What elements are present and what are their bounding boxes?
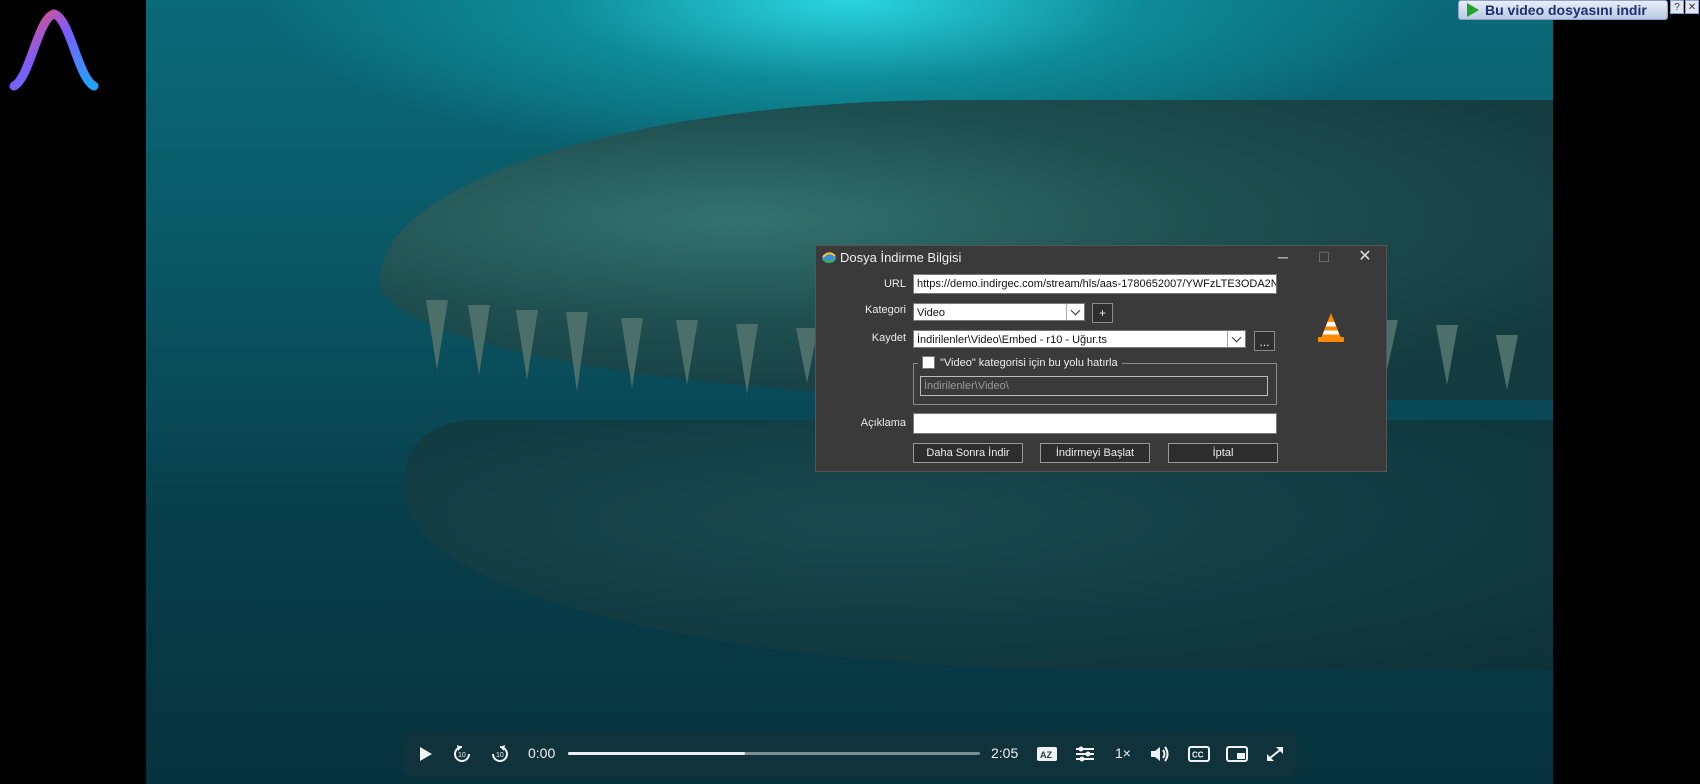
left-letterbox — [0, 0, 146, 784]
app-logo — [9, 9, 99, 91]
close-button[interactable]: ✕ — [1350, 248, 1380, 266]
url-label: URL — [883, 278, 906, 290]
save-path-value: İndirilenler\Video\Embed - r10 - Uğur.ts — [917, 334, 1107, 346]
save-path-select[interactable]: İndirilenler\Video\Embed - r10 - Uğur.ts — [913, 330, 1246, 348]
chevron-down-icon — [1066, 304, 1084, 320]
cancel-button[interactable]: İptal — [1168, 443, 1278, 463]
remember-path-field: İndirilenler\Video\ — [920, 376, 1268, 396]
fullscreen-icon[interactable] — [1264, 744, 1286, 764]
browse-folder-button[interactable]: ... — [1254, 331, 1275, 351]
banner-help-button[interactable]: ? — [1670, 0, 1684, 14]
dialog-title: Dosya İndirme Bilgisi — [840, 250, 962, 265]
current-time: 0:00 — [528, 745, 556, 761]
save-label: Kaydet — [871, 332, 906, 344]
svg-text:10: 10 — [496, 752, 504, 759]
play-icon — [1467, 3, 1479, 17]
svg-text:CC: CC — [1192, 751, 1204, 760]
seek-bar[interactable] — [568, 752, 980, 755]
picture-in-picture-icon[interactable] — [1226, 744, 1248, 764]
download-info-dialog: Dosya İndirme Bilgisi ─ ☐ ✕ URL https://… — [815, 245, 1387, 472]
url-field[interactable]: https://demo.indirgec.com/stream/hls/aas… — [913, 274, 1277, 294]
player-control-bar: 10 10 0:00 2:05 AZ 1× CC — [402, 731, 1297, 777]
captions-icon[interactable]: CC — [1188, 744, 1210, 764]
duration: 2:05 — [991, 745, 1019, 761]
remember-path-group: "Video" kategorisi için bu yolu hatırla … — [913, 356, 1277, 405]
download-later-button[interactable]: Daha Sonra İndir — [913, 443, 1023, 463]
chevron-down-icon — [1227, 331, 1245, 347]
minimize-button[interactable]: ─ — [1268, 248, 1298, 266]
description-field[interactable] — [913, 413, 1277, 434]
add-category-button[interactable]: + — [1092, 303, 1113, 323]
category-select[interactable]: Video — [913, 303, 1085, 321]
start-download-button[interactable]: İndirmeyi Başlat — [1040, 443, 1150, 463]
banner-close-button[interactable]: ✕ — [1685, 0, 1699, 14]
category-label: Kategori — [865, 304, 906, 316]
play-icon[interactable] — [414, 744, 436, 764]
svg-text:10: 10 — [458, 752, 466, 759]
downloader-app-icon — [822, 252, 836, 263]
forward-10-icon[interactable]: 10 — [489, 744, 511, 764]
remember-path-checkbox[interactable] — [922, 356, 935, 369]
description-label: Açıklama — [860, 417, 906, 429]
seek-bar-buffered — [568, 752, 746, 755]
dialog-titlebar[interactable]: Dosya İndirme Bilgisi ─ ☐ ✕ — [816, 246, 1386, 268]
translate-icon[interactable]: AZ — [1036, 744, 1058, 764]
category-select-value: Video — [917, 307, 945, 319]
remember-path-label: "Video" kategorisi için bu yolu hatırla — [940, 356, 1118, 369]
right-letterbox — [1553, 0, 1700, 784]
playback-speed[interactable]: 1× — [1115, 745, 1131, 761]
download-video-banner[interactable]: Bu video dosyasını indir — [1458, 0, 1668, 20]
maximize-button[interactable]: ☐ — [1309, 248, 1339, 266]
volume-icon[interactable] — [1149, 744, 1171, 764]
vlc-cone-icon — [1318, 313, 1344, 342]
svg-text:AZ: AZ — [1040, 750, 1052, 760]
rewind-10-icon[interactable]: 10 — [451, 744, 473, 764]
remember-path-legend: "Video" kategorisi için bu yolu hatırla — [918, 356, 1122, 369]
settings-sliders-icon[interactable] — [1074, 744, 1096, 764]
download-banner-label: Bu video dosyasını indir — [1485, 2, 1647, 18]
